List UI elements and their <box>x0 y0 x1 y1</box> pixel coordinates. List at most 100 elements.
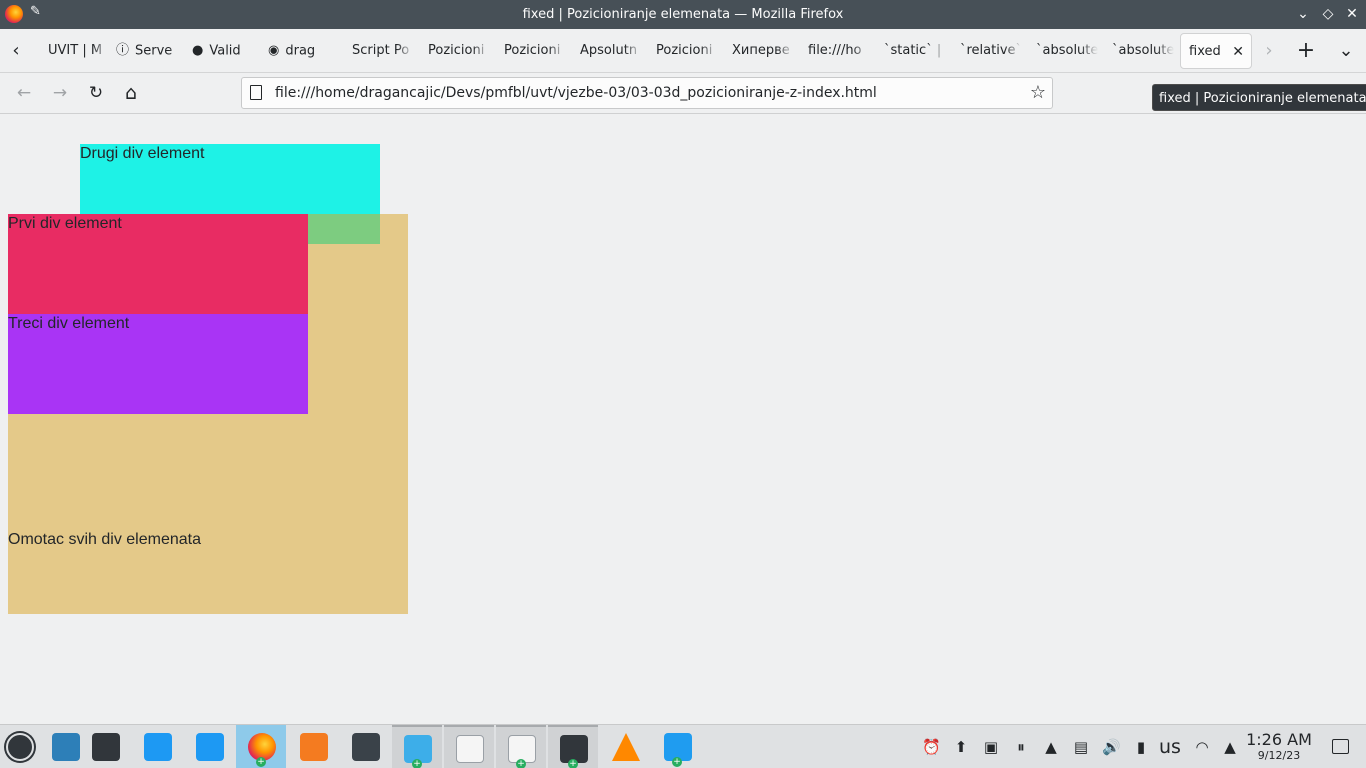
tab-13[interactable]: `relative` <box>952 33 1022 69</box>
clipboard-icon[interactable]: ▤ <box>1072 738 1090 756</box>
updates-icon[interactable]: ⬆ <box>952 738 970 756</box>
url-text[interactable]: file:///home/dragancajic/Devs/pmfbl/uvt/… <box>275 78 877 108</box>
bookmark-star-icon[interactable]: ☆ <box>1030 78 1046 108</box>
github-icon: ◉ <box>268 43 280 58</box>
taskbar-app-pdf-reader[interactable] <box>288 725 338 768</box>
tab-label: Хиперве <box>732 43 790 58</box>
tab-12[interactable]: `static` | <box>876 33 946 69</box>
tab-label: Serve <box>135 43 173 59</box>
tab-7[interactable]: Pozicioni <box>496 33 566 69</box>
tab-4[interactable]: ◉ drag <box>268 33 338 69</box>
tab-6[interactable]: Pozicioni <box>420 33 490 69</box>
tab-active[interactable]: fixed ✕ <box>1180 33 1252 69</box>
tab-14[interactable]: `absolute <box>1028 33 1098 69</box>
tab-10[interactable]: Хиперве <box>724 33 794 69</box>
prvi-div: Prvi div element <box>8 214 308 314</box>
taskbar-app-document-viewer[interactable]: + <box>496 725 546 768</box>
tab-label: Pozicioni <box>428 43 485 58</box>
tab-label: drag <box>285 43 316 59</box>
close-window-button[interactable]: ✕ <box>1340 0 1364 29</box>
vlc-tray-icon[interactable]: ▲ <box>1042 738 1060 756</box>
taskbar-app-firefox[interactable]: + <box>236 725 286 768</box>
tab-scroll-right-button[interactable]: › <box>1255 29 1283 73</box>
reload-button[interactable]: ↻ <box>82 79 110 107</box>
back-button[interactable]: ← <box>10 79 38 107</box>
usb-icon[interactable]: ▮ <box>1132 738 1150 756</box>
tab-3[interactable]: ● Valid <box>192 33 262 69</box>
tab-5[interactable]: Script Po <box>344 33 414 69</box>
maximize-button[interactable]: ◇ <box>1316 0 1340 29</box>
pdf-reader-icon <box>300 733 328 761</box>
discover-icon <box>144 733 172 761</box>
omotac-label: Omotac svih div elemenata <box>8 531 201 548</box>
taskbar-app-konsole[interactable]: + <box>548 725 598 768</box>
tab-bar: ‹ UVIT | M ⓘ Serve ● Valid ◉ drag Script Po Pozi… <box>0 29 1366 73</box>
clock-date[interactable]: 9/12/23 <box>1240 749 1318 762</box>
drugi-overlap-area <box>308 214 380 244</box>
page-icon <box>250 85 262 100</box>
dolphin-icon <box>196 733 224 761</box>
tab-label: `relative` <box>960 43 1022 58</box>
wifi-icon[interactable]: ◠ <box>1193 738 1211 756</box>
drugi-label: Drugi div element <box>80 145 205 162</box>
keyboard-layout[interactable]: us <box>1159 725 1181 768</box>
tab-scroll-left-button[interactable]: ‹ <box>2 29 30 73</box>
taskbar-app-text-editor[interactable] <box>444 725 494 768</box>
tab-label: UVIT | M <box>48 43 103 58</box>
tab-label: Pozicioni <box>504 43 561 58</box>
new-tab-button[interactable]: + <box>1292 29 1320 73</box>
media-pause-icon[interactable]: ⏸ <box>1012 738 1030 756</box>
screenshot-icon <box>352 733 380 761</box>
expand-tray-icon[interactable]: ▲ <box>1221 738 1239 756</box>
system-settings-icon <box>92 733 120 761</box>
forward-button[interactable]: → <box>46 79 74 107</box>
taskbar-app-discover[interactable] <box>132 725 182 768</box>
taskbar-app-screenshot[interactable] <box>340 725 390 768</box>
minimize-button[interactable]: ⌄ <box>1291 0 1315 29</box>
application-launcher-button[interactable] <box>0 725 40 768</box>
text-editor-icon <box>456 735 484 763</box>
window-title: fixed | Pozicioniranje elemenata — Mozil… <box>522 7 844 22</box>
new-instance-badge: + <box>256 757 266 767</box>
prvi-label: Prvi div element <box>8 215 122 232</box>
tab-8[interactable]: Apsolutn <box>572 33 642 69</box>
tab-1[interactable]: UVIT | M <box>40 33 110 69</box>
page-content: Omotac svih div elemenata Drugi div elem… <box>0 114 1366 724</box>
home-button[interactable]: ⌂ <box>117 79 145 107</box>
close-tab-icon[interactable]: ✕ <box>1232 34 1244 68</box>
url-bar[interactable]: file:///home/dragancajic/Devs/pmfbl/uvt/… <box>241 77 1053 109</box>
desktop-pager-icon <box>52 733 80 761</box>
list-all-tabs-button[interactable]: ⌄ <box>1332 29 1360 73</box>
taskbar: + + + + + ⏰ ⬆ ▣ ⏸ ▲ ▤ 🔊 ▮ us ◠ ▲ 1:26 AM 9/1… <box>0 724 1366 768</box>
tab-label: `absolute <box>1036 43 1098 58</box>
window-titlebar: ✎ fixed | Pozicioniranje elemenata — Moz… <box>0 0 1366 29</box>
taskbar-app-desktop-pager[interactable] <box>40 725 84 768</box>
tab-label: Script Po <box>352 43 410 58</box>
notifications-icon[interactable]: ⏰ <box>922 738 941 756</box>
taskbar-app-dolphin[interactable] <box>184 725 234 768</box>
taskbar-app-vlc[interactable] <box>600 725 650 768</box>
tab-label: `static` | <box>884 43 942 58</box>
new-instance-badge: + <box>672 757 682 767</box>
volume-icon[interactable]: 🔊 <box>1102 738 1121 756</box>
taskbar-app-vscode[interactable]: + <box>652 725 702 768</box>
tab-label: Valid <box>209 43 241 59</box>
show-desktop-icon[interactable] <box>1332 739 1349 754</box>
taskbar-app-file-manager[interactable]: + <box>392 725 442 768</box>
taskbar-app-system-settings[interactable] <box>80 725 130 768</box>
tab-label: Pozicioni <box>656 43 713 58</box>
tab-9[interactable]: Pozicioni <box>648 33 718 69</box>
tab-15[interactable]: `absolute <box>1104 33 1174 69</box>
tab-label: fixed <box>1189 44 1221 59</box>
new-instance-badge: + <box>516 759 526 768</box>
tab-label: Apsolutn <box>580 43 638 58</box>
clock-time[interactable]: 1:26 AM <box>1240 730 1318 749</box>
tab-label: file:///ho <box>808 43 862 58</box>
tab-2[interactable]: ⓘ Serve <box>116 33 186 69</box>
treci-div: Treci div element <box>8 314 308 414</box>
office-icon[interactable]: ▣ <box>982 738 1000 756</box>
tab-11[interactable]: file:///ho <box>800 33 870 69</box>
tab-tooltip: fixed | Pozicioniranje elemenata <box>1152 84 1366 111</box>
launcher-icon <box>6 733 34 761</box>
info-icon: ⓘ <box>116 43 130 58</box>
